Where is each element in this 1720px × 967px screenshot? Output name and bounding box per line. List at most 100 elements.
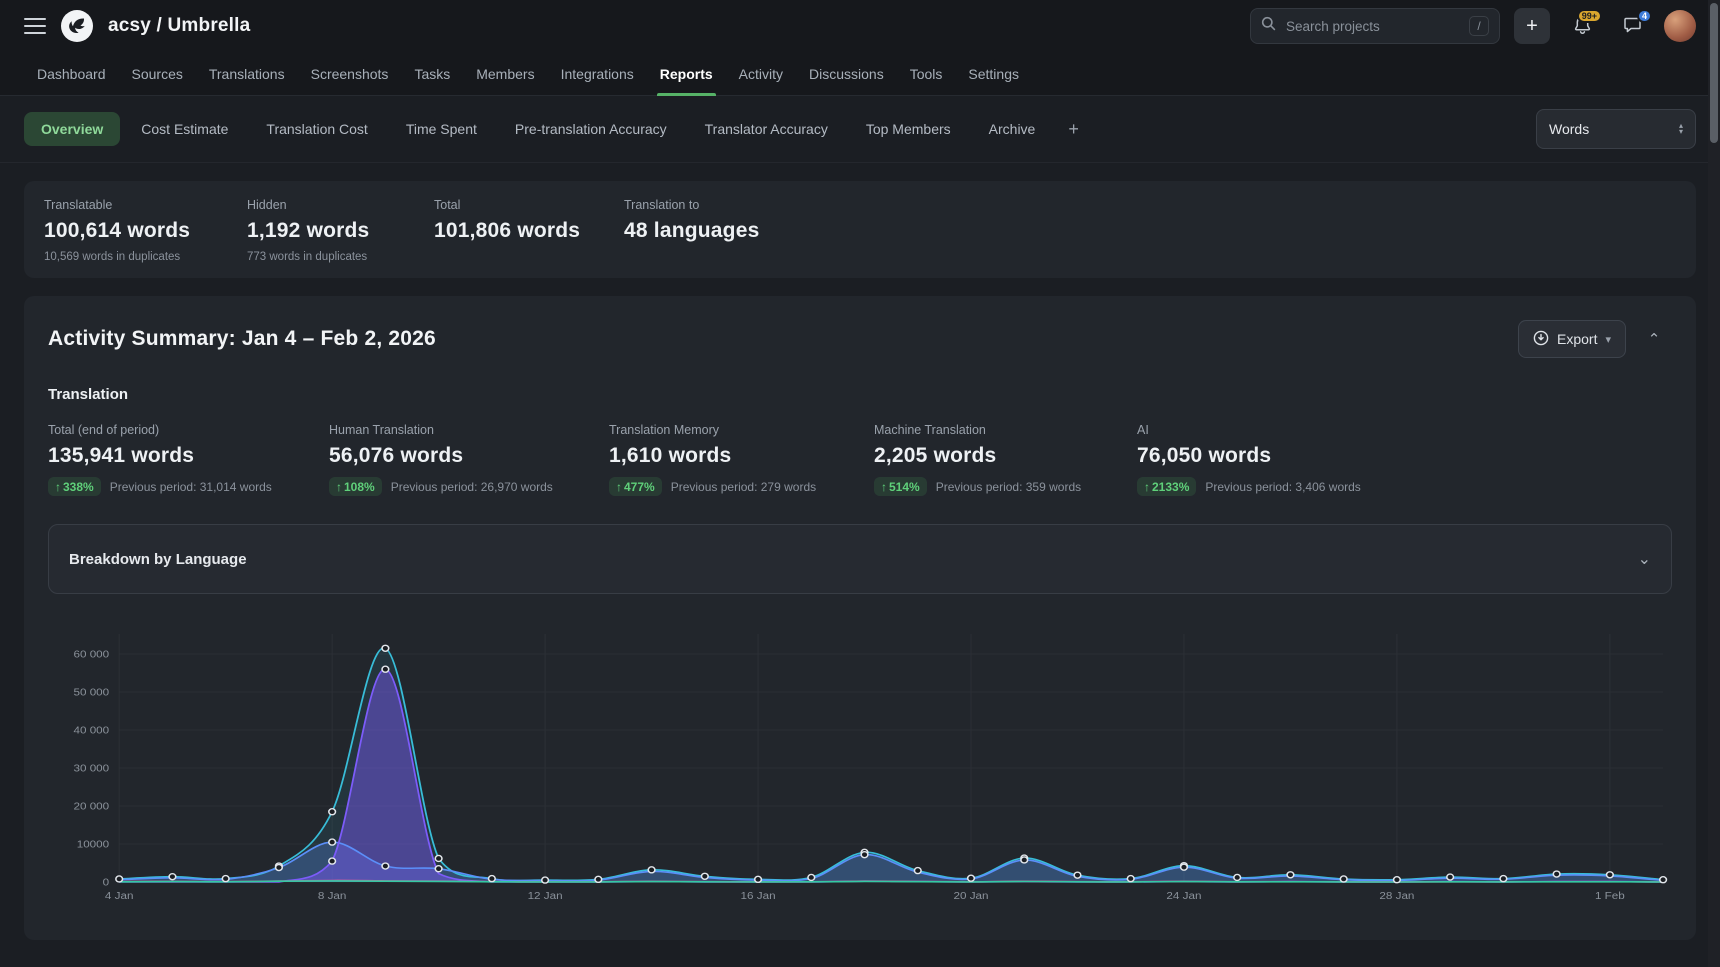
report-tab-translator-accuracy[interactable]: Translator Accuracy xyxy=(688,112,845,146)
tab-settings[interactable]: Settings xyxy=(955,52,1032,95)
hamburger-menu-icon[interactable] xyxy=(24,18,46,34)
tab-discussions[interactable]: Discussions xyxy=(796,52,897,95)
user-avatar[interactable] xyxy=(1664,10,1696,42)
data-point[interactable] xyxy=(1074,872,1081,878)
report-tab-time-spent[interactable]: Time Spent xyxy=(389,112,494,146)
data-point[interactable] xyxy=(329,809,336,815)
y-axis-tick: 10000 xyxy=(77,839,109,850)
tab-integrations[interactable]: Integrations xyxy=(548,52,647,95)
data-point[interactable] xyxy=(1021,857,1028,863)
data-point[interactable] xyxy=(222,876,229,882)
metric-delta-badge: ↑2133% xyxy=(1137,477,1196,496)
tab-screenshots[interactable]: Screenshots xyxy=(298,52,402,95)
metric-value: 135,941 words xyxy=(48,444,329,468)
data-point[interactable] xyxy=(542,877,549,883)
notifications-button[interactable]: 99+ xyxy=(1564,8,1600,44)
report-tab-translation-cost[interactable]: Translation Cost xyxy=(249,112,384,146)
metric-translation-memory: Translation Memory1,610 words↑477%Previo… xyxy=(609,423,874,496)
add-report-button[interactable]: + xyxy=(1056,113,1091,146)
tab-reports[interactable]: Reports xyxy=(647,52,726,95)
messages-badge: 4 xyxy=(1637,9,1652,23)
subnav-pills: OverviewCost EstimateTranslation CostTim… xyxy=(24,112,1052,146)
data-point[interactable] xyxy=(329,839,336,845)
data-point[interactable] xyxy=(861,852,868,858)
data-point[interactable] xyxy=(329,858,336,864)
report-tab-top-members[interactable]: Top Members xyxy=(849,112,968,146)
y-axis-tick: 40 000 xyxy=(73,725,109,736)
data-point[interactable] xyxy=(382,863,389,869)
data-point[interactable] xyxy=(808,874,815,880)
tab-tasks[interactable]: Tasks xyxy=(401,52,463,95)
data-point[interactable] xyxy=(701,873,708,879)
metric-delta-row: ↑338%Previous period: 31,014 words xyxy=(48,477,329,496)
data-point[interactable] xyxy=(116,876,123,882)
data-point[interactable] xyxy=(1340,876,1347,882)
messages-button[interactable]: 4 xyxy=(1614,8,1650,44)
metric-label: AI xyxy=(1137,423,1477,437)
metric-value: 56,076 words xyxy=(329,444,609,468)
project-breadcrumb[interactable]: acsy / Umbrella xyxy=(108,15,250,37)
data-point[interactable] xyxy=(276,865,283,871)
data-point[interactable] xyxy=(595,876,602,882)
tab-sources[interactable]: Sources xyxy=(119,52,196,95)
metric-value: 2,205 words xyxy=(874,444,1137,468)
activity-chart-svg[interactable]: 01000020 00030 00040 00050 00060 0004 Ja… xyxy=(48,620,1672,920)
data-point[interactable] xyxy=(755,876,762,882)
report-tab-pre-translation-accuracy[interactable]: Pre-translation Accuracy xyxy=(498,112,684,146)
data-point[interactable] xyxy=(1234,874,1241,880)
scrollbar-thumb[interactable] xyxy=(1710,3,1718,143)
x-axis-tick: 8 Jan xyxy=(318,890,347,901)
data-point[interactable] xyxy=(435,855,442,861)
data-point[interactable] xyxy=(1287,872,1294,878)
breakdown-label: Breakdown by Language xyxy=(69,551,247,568)
data-point[interactable] xyxy=(1553,871,1560,877)
unit-select[interactable]: Words ▴▾ xyxy=(1536,109,1696,149)
search-box[interactable]: / xyxy=(1250,8,1500,44)
data-point[interactable] xyxy=(382,666,389,672)
breakdown-by-language-toggle[interactable]: Breakdown by Language ⌄ xyxy=(48,524,1672,594)
export-button[interactable]: Export ▾ xyxy=(1518,320,1626,358)
y-axis-tick: 0 xyxy=(103,877,109,888)
metric-delta-badge: ↑477% xyxy=(609,477,662,496)
metric-label: Machine Translation xyxy=(874,423,1137,437)
y-axis-tick: 20 000 xyxy=(73,801,109,812)
stat-translatable: Translatable100,614 words10,569 words in… xyxy=(44,198,247,263)
crowdin-logo-icon[interactable] xyxy=(60,9,94,43)
data-point[interactable] xyxy=(489,876,496,882)
tab-dashboard[interactable]: Dashboard xyxy=(24,52,119,95)
stat-label: Total xyxy=(434,198,624,212)
search-input[interactable] xyxy=(1284,18,1461,35)
collapse-card-button[interactable]: ⌃ xyxy=(1636,321,1672,357)
data-point[interactable] xyxy=(1607,872,1614,878)
page-scrollbar[interactable] xyxy=(1708,0,1720,967)
data-point[interactable] xyxy=(1447,874,1454,880)
export-icon xyxy=(1533,330,1549,349)
data-point[interactable] xyxy=(1500,876,1507,882)
report-tab-overview[interactable]: Overview xyxy=(24,112,120,146)
tab-translations[interactable]: Translations xyxy=(196,52,298,95)
data-point[interactable] xyxy=(1394,877,1401,883)
data-point[interactable] xyxy=(1127,876,1134,882)
create-project-button[interactable]: + xyxy=(1514,8,1550,44)
tab-members[interactable]: Members xyxy=(463,52,547,95)
activity-chart: 01000020 00030 00040 00050 00060 0004 Ja… xyxy=(48,620,1672,920)
tab-tools[interactable]: Tools xyxy=(897,52,956,95)
data-point[interactable] xyxy=(914,868,921,874)
data-point[interactable] xyxy=(648,867,655,873)
stat-sub: 10,569 words in duplicates xyxy=(44,251,247,263)
metric-ai: AI76,050 words↑2133%Previous period: 3,4… xyxy=(1137,423,1477,496)
data-point[interactable] xyxy=(1181,864,1188,870)
data-point[interactable] xyxy=(169,874,176,880)
report-tab-cost-estimate[interactable]: Cost Estimate xyxy=(124,112,245,146)
stat-label: Translatable xyxy=(44,198,247,212)
x-axis-tick: 24 Jan xyxy=(1166,890,1201,901)
data-point[interactable] xyxy=(1660,877,1667,883)
trend-up-icon: ↑ xyxy=(55,480,61,494)
chevron-down-icon: ⌄ xyxy=(1638,549,1651,569)
data-point[interactable] xyxy=(435,866,442,872)
report-tab-archive[interactable]: Archive xyxy=(972,112,1053,146)
data-point[interactable] xyxy=(968,875,975,881)
data-point[interactable] xyxy=(382,645,389,651)
tab-activity[interactable]: Activity xyxy=(726,52,796,95)
metric-human-translation: Human Translation56,076 words↑108%Previo… xyxy=(329,423,609,496)
